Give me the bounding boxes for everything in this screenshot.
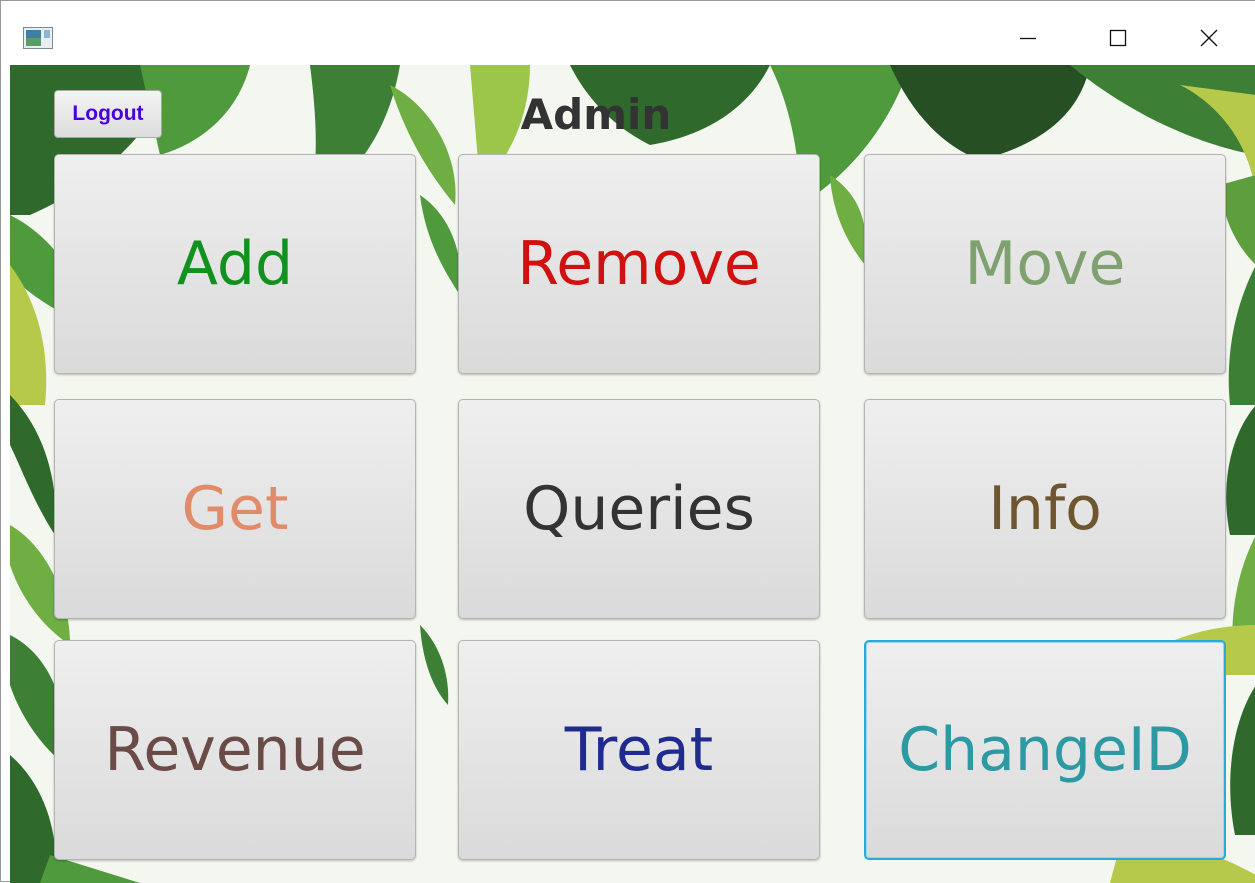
info-button[interactable]: Info (864, 399, 1226, 619)
add-label: Add (176, 229, 294, 299)
app-window: Admin Logout Add Remove Move Get Queries… (0, 0, 1255, 883)
close-icon (1200, 29, 1218, 47)
logout-button[interactable]: Logout (54, 90, 162, 138)
page-title: Admin (520, 90, 672, 139)
remove-button[interactable]: Remove (458, 154, 820, 374)
treat-label: Treat (564, 715, 714, 785)
app-icon (23, 27, 53, 49)
add-button[interactable]: Add (54, 154, 416, 374)
queries-button[interactable]: Queries (458, 399, 820, 619)
change-id-button[interactable]: ChangeID (864, 640, 1226, 860)
revenue-button[interactable]: Revenue (54, 640, 416, 860)
info-label: Info (988, 474, 1102, 544)
maximize-button[interactable] (1095, 15, 1141, 61)
title-bar (1, 1, 1255, 65)
revenue-label: Revenue (104, 715, 366, 785)
queries-label: Queries (523, 474, 755, 544)
treat-button[interactable]: Treat (458, 640, 820, 860)
move-button[interactable]: Move (864, 154, 1226, 374)
move-label: Move (964, 229, 1126, 299)
minimize-icon (1020, 37, 1036, 40)
admin-panel: Admin Logout Add Remove Move Get Queries… (10, 65, 1255, 883)
remove-label: Remove (517, 229, 761, 299)
maximize-icon (1109, 29, 1127, 47)
minimize-button[interactable] (1005, 15, 1051, 61)
close-button[interactable] (1186, 15, 1232, 61)
change-id-label: ChangeID (898, 715, 1192, 785)
get-label: Get (181, 474, 289, 544)
get-button[interactable]: Get (54, 399, 416, 619)
